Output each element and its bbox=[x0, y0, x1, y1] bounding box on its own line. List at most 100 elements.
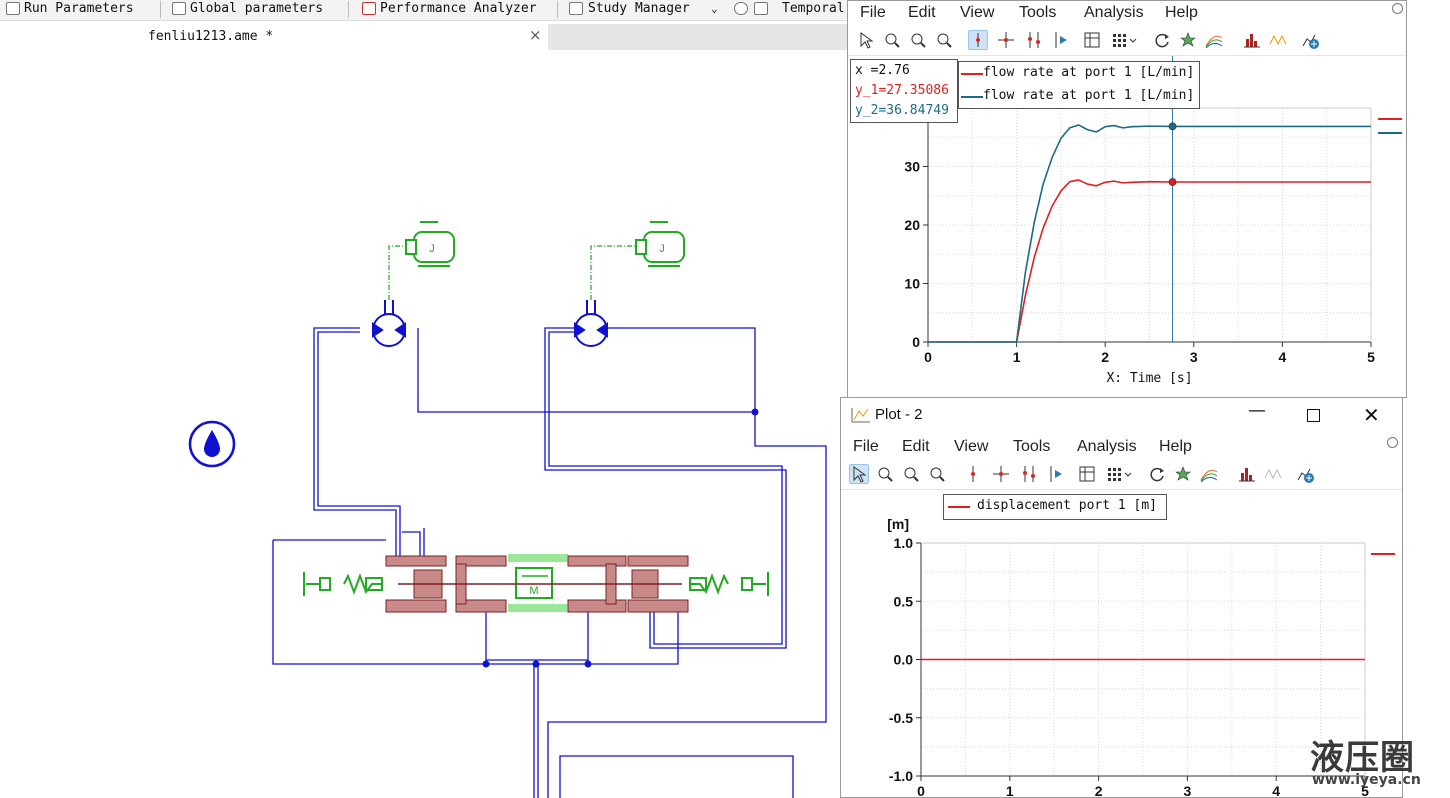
cursor-cross-icon[interactable] bbox=[991, 464, 1011, 484]
menu-help[interactable]: Help bbox=[1165, 4, 1198, 22]
zoom-out-icon[interactable] bbox=[934, 30, 954, 50]
plot-2-menubar: File Edit View Tools Analysis Help bbox=[841, 435, 1402, 461]
menu-edit[interactable]: Edit bbox=[908, 4, 936, 22]
legend-marker-right-1 bbox=[1378, 118, 1402, 120]
minimize-button[interactable]: — bbox=[1248, 400, 1266, 421]
readout-y1: y_1=27.35086 bbox=[855, 83, 949, 98]
pin-star-icon[interactable] bbox=[1173, 464, 1193, 484]
x-tick-label: 5 bbox=[1367, 349, 1375, 365]
readout-y2: y_2=36.84749 bbox=[855, 103, 949, 118]
readout-x: x =2.76 bbox=[855, 63, 910, 78]
curves-icon[interactable] bbox=[1199, 464, 1219, 484]
plot-window-icon bbox=[851, 406, 871, 428]
plot-2-legend: displacement port 1 [m] bbox=[943, 494, 1167, 520]
x-tick-label: 2 bbox=[1095, 783, 1103, 797]
legend-swatch-1 bbox=[948, 506, 970, 508]
chevron-down-icon[interactable]: ⌄ bbox=[711, 0, 718, 18]
cursor-vertical-icon[interactable] bbox=[963, 464, 983, 484]
menu-file[interactable]: File bbox=[853, 438, 879, 456]
table-icon[interactable] bbox=[1082, 30, 1102, 50]
cursor-play-icon[interactable] bbox=[1050, 30, 1070, 50]
y-tick-label: 0.5 bbox=[894, 593, 914, 609]
zoom-region-icon[interactable] bbox=[882, 30, 902, 50]
run-parameters-button[interactable]: Run Parameters bbox=[24, 0, 134, 18]
zoom-in-icon[interactable] bbox=[908, 30, 928, 50]
y-axis-label: [m] bbox=[887, 516, 909, 532]
curves-icon[interactable] bbox=[1204, 30, 1224, 50]
spring-right bbox=[689, 572, 769, 596]
y-tick-label: -1.0 bbox=[889, 768, 913, 784]
menu-analysis[interactable]: Analysis bbox=[1084, 4, 1144, 22]
cursor-vertical-icon[interactable] bbox=[968, 30, 988, 50]
fft-icon[interactable] bbox=[1263, 464, 1283, 484]
cursor-marker-1 bbox=[1168, 178, 1177, 186]
grid-layout-icon[interactable] bbox=[1105, 464, 1133, 484]
add-plot-icon[interactable] bbox=[1295, 464, 1315, 484]
menu-view[interactable]: View bbox=[960, 4, 994, 22]
sketch-canvas[interactable]: J J M bbox=[0, 50, 850, 798]
select-arrow-icon[interactable] bbox=[856, 30, 876, 50]
two-cursors-icon[interactable] bbox=[1024, 30, 1044, 50]
menu-file[interactable]: File bbox=[860, 4, 886, 22]
refresh-icon[interactable] bbox=[1152, 30, 1172, 50]
histogram-icon[interactable] bbox=[1237, 464, 1257, 484]
study-manager-button[interactable]: Study Manager bbox=[588, 0, 690, 18]
x-tick-label: 1 bbox=[1006, 783, 1014, 797]
main-toolbar: Run Parameters Global parameters Perform… bbox=[0, 0, 850, 21]
maximize-button[interactable] bbox=[1307, 409, 1320, 422]
x-tick-label: 3 bbox=[1184, 783, 1192, 797]
zoom-in-icon[interactable] bbox=[901, 464, 921, 484]
plot-1-legend: flow rate at port 1 [L/min] flow rate at… bbox=[958, 61, 1200, 109]
pin-icon[interactable] bbox=[1392, 3, 1403, 14]
histogram-icon[interactable] bbox=[1242, 30, 1262, 50]
menu-view[interactable]: View bbox=[954, 438, 988, 456]
close-window-button[interactable]: ✕ bbox=[1363, 403, 1380, 427]
x-tick-label: 0 bbox=[917, 783, 925, 797]
zoom-out-icon[interactable] bbox=[927, 464, 947, 484]
performance-analyzer-button[interactable]: Performance Analyzer bbox=[380, 0, 537, 18]
legend-label-2: flow rate at port 1 [L/min] bbox=[983, 88, 1195, 103]
spring-left bbox=[303, 572, 383, 596]
plot-1-window: File Edit View Tools Analysis Help 0 1 2 3 4… bbox=[847, 0, 1407, 398]
y-tick-label: 30 bbox=[904, 159, 920, 175]
table-icon[interactable] bbox=[1077, 464, 1097, 484]
run-parameters-icon bbox=[6, 2, 20, 15]
pin-icon[interactable] bbox=[1387, 437, 1398, 448]
spool-valve: M bbox=[385, 554, 689, 613]
plot-2-toolbar bbox=[841, 461, 1402, 490]
temporal-icon bbox=[754, 2, 768, 15]
y-tick-label: 10 bbox=[904, 276, 920, 292]
refresh-icon[interactable] bbox=[1147, 464, 1167, 484]
menu-help[interactable]: Help bbox=[1159, 438, 1192, 456]
svg-text:J: J bbox=[429, 243, 435, 255]
menu-edit[interactable]: Edit bbox=[902, 438, 930, 456]
cursor-cross-icon[interactable] bbox=[996, 30, 1016, 50]
pump-right bbox=[574, 300, 608, 347]
close-icon[interactable]: × bbox=[529, 26, 542, 44]
add-plot-icon[interactable] bbox=[1300, 30, 1320, 50]
menu-tools[interactable]: Tools bbox=[1019, 4, 1056, 22]
x-tick-label: 3 bbox=[1190, 349, 1198, 365]
svg-text:M: M bbox=[529, 585, 538, 597]
fft-icon[interactable] bbox=[1268, 30, 1288, 50]
zoom-region-icon[interactable] bbox=[875, 464, 895, 484]
two-cursors-icon[interactable] bbox=[1019, 464, 1039, 484]
legend-marker-right-2 bbox=[1378, 132, 1402, 134]
fluid-properties-icon bbox=[188, 420, 236, 468]
x-tick-label: 4 bbox=[1279, 349, 1287, 365]
menu-tools[interactable]: Tools bbox=[1013, 438, 1050, 456]
temporal-button[interactable]: Temporal bbox=[782, 0, 845, 18]
select-arrow-icon[interactable] bbox=[849, 464, 869, 484]
document-tab[interactable]: fenliu1213.ame * × bbox=[0, 24, 548, 50]
global-parameters-button[interactable]: Global parameters bbox=[190, 0, 323, 18]
cursor-play-icon[interactable] bbox=[1045, 464, 1065, 484]
document-tab-title: fenliu1213.ame * bbox=[148, 29, 274, 44]
y-tick-label: 20 bbox=[904, 217, 920, 233]
pin-star-icon[interactable] bbox=[1178, 30, 1198, 50]
clock-icon[interactable] bbox=[734, 2, 748, 15]
plot-2-title: Plot - 2 bbox=[875, 406, 923, 423]
grid-layout-icon[interactable] bbox=[1110, 30, 1138, 50]
performance-analyzer-icon bbox=[362, 2, 376, 15]
y-tick-label: -0.5 bbox=[889, 710, 913, 726]
menu-analysis[interactable]: Analysis bbox=[1077, 438, 1137, 456]
